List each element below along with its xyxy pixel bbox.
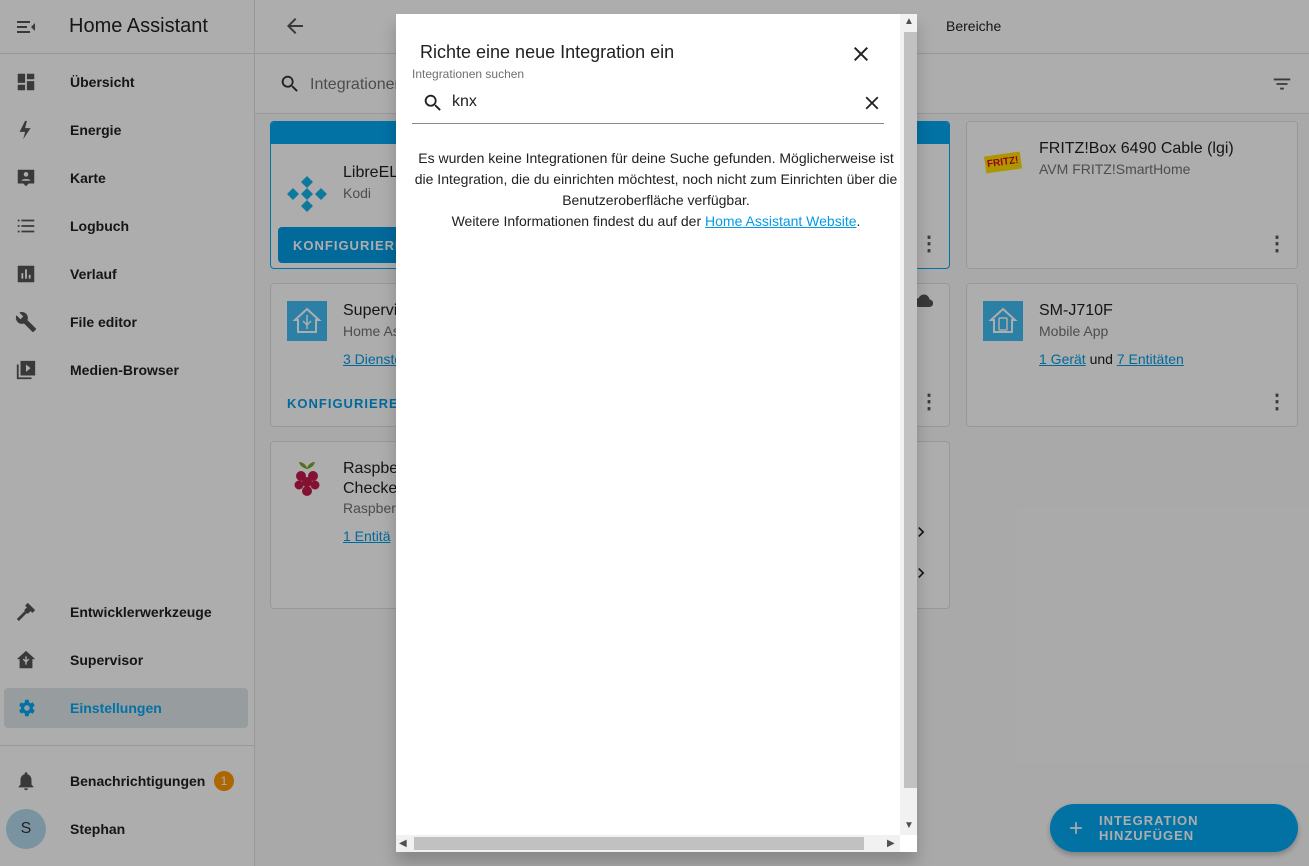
scrollbar-thumb[interactable] [904,32,917,788]
vertical-scrollbar[interactable]: ▲ ▼ [900,14,917,835]
add-integration-dialog: Richte eine neue Integration ein Integra… [396,14,917,852]
dialog-title: Richte eine neue Integration ein [420,42,675,62]
more-info-prefix: Weitere Informationen findest du auf der [451,213,706,229]
scroll-right-icon[interactable]: ▶ [887,838,895,849]
search-input[interactable]: knx [452,93,477,111]
clear-icon[interactable] [861,92,883,114]
more-info-suffix: . [856,213,861,229]
close-icon[interactable] [849,42,873,66]
horizontal-scrollbar[interactable]: ◀ ▶ [396,835,900,852]
home-assistant-website-link[interactable]: Home Assistant Website [705,213,856,229]
field-label: Integrationen suchen [412,67,525,81]
search-icon [424,94,441,111]
no-results-text: Es wurden keine Integrationen für deine … [414,150,898,208]
scroll-up-icon[interactable]: ▲ [904,16,914,27]
scroll-down-icon[interactable]: ▼ [904,820,914,831]
scrollbar-thumb[interactable] [414,837,864,850]
no-results-message: Es wurden keine Integrationen für deine … [412,148,900,232]
scroll-left-icon[interactable]: ◀ [399,838,407,849]
integration-search-field[interactable]: Integrationen suchen knx [412,66,884,124]
more-info-text: Weitere Informationen findest du auf der… [412,211,900,232]
